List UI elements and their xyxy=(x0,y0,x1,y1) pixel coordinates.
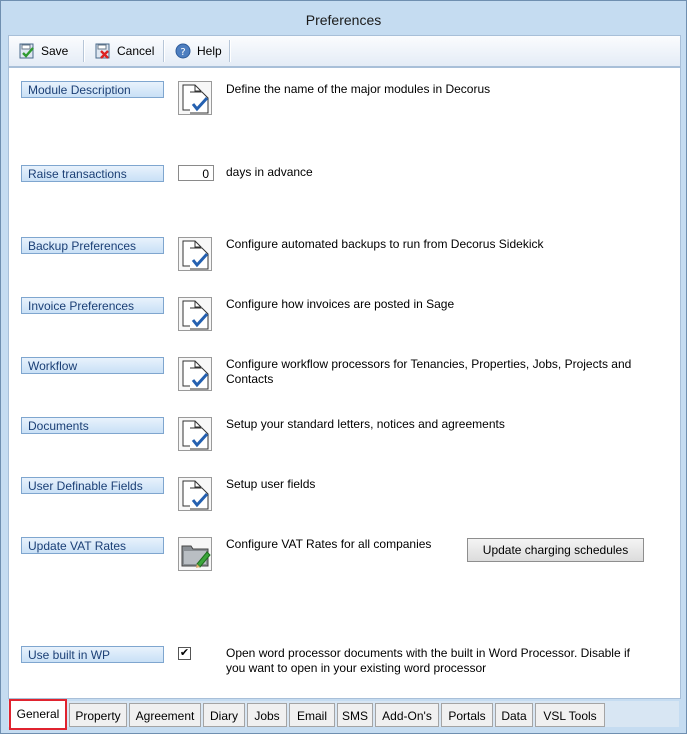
tab-portals[interactable]: Portals xyxy=(441,703,493,727)
tab-sms[interactable]: SMS xyxy=(337,703,373,727)
document-check-icon[interactable] xyxy=(178,477,212,511)
documents-text: Setup your standard letters, notices and… xyxy=(226,417,505,431)
preferences-window: Preferences Save Cancel ? Help Module De… xyxy=(0,0,687,734)
invoice-preferences-text: Configure how invoices are posted in Sag… xyxy=(226,297,455,311)
tab-diary[interactable]: Diary xyxy=(203,703,245,727)
cancel-label: Cancel xyxy=(117,44,155,58)
days-in-advance-text: days in advance xyxy=(226,165,313,179)
help-label: Help xyxy=(197,44,222,58)
save-label: Save xyxy=(41,44,69,58)
module-description-button[interactable]: Module Description xyxy=(21,81,164,98)
cancel-button[interactable]: Cancel xyxy=(95,36,154,66)
window-title: Preferences xyxy=(305,12,382,28)
tab-email[interactable]: Email xyxy=(289,703,335,727)
user-definable-fields-button[interactable]: User Definable Fields xyxy=(21,477,164,494)
help-button[interactable]: ? Help xyxy=(175,36,222,66)
tab-general[interactable]: General xyxy=(9,699,67,730)
document-check-icon[interactable] xyxy=(178,357,212,391)
save-icon xyxy=(19,43,35,59)
use-built-in-wp-text: Open word processor documents with the b… xyxy=(226,646,630,675)
raise-transactions-button[interactable]: Raise transactions xyxy=(21,165,164,182)
tab-property[interactable]: Property xyxy=(69,703,127,727)
backup-preferences-text: Configure automated backups to run from … xyxy=(226,237,544,251)
toolbar-separator xyxy=(163,40,165,62)
save-button[interactable]: Save xyxy=(19,36,68,66)
folder-edit-icon[interactable] xyxy=(178,537,212,571)
svg-text:?: ? xyxy=(180,47,185,58)
module-description-text: Define the name of the major modules in … xyxy=(226,82,491,96)
toolbar: Save Cancel ? Help xyxy=(8,35,681,67)
general-panel: Module Description Define the name of th… xyxy=(8,67,681,699)
use-built-in-wp-button[interactable]: Use built in WP xyxy=(21,646,164,663)
tab-add-ons[interactable]: Add-On's xyxy=(375,703,439,727)
documents-button[interactable]: Documents xyxy=(21,417,164,434)
help-icon: ? xyxy=(175,43,191,59)
days-in-advance-input[interactable]: 0 xyxy=(178,165,214,181)
workflow-button[interactable]: Workflow xyxy=(21,357,164,374)
workflow-text: Configure workflow processors for Tenanc… xyxy=(226,357,632,386)
toolbar-separator xyxy=(83,40,85,62)
backup-preferences-button[interactable]: Backup Preferences xyxy=(21,237,164,254)
document-check-icon[interactable] xyxy=(178,237,212,271)
toolbar-separator xyxy=(229,40,231,62)
tab-data[interactable]: Data xyxy=(495,703,533,727)
use-built-in-wp-checkbox[interactable]: ✔ xyxy=(178,647,191,660)
tab-vsl-tools[interactable]: VSL Tools xyxy=(535,703,605,727)
tab-jobs[interactable]: Jobs xyxy=(247,703,287,727)
document-check-icon[interactable] xyxy=(178,297,212,331)
document-check-icon[interactable] xyxy=(178,81,212,115)
user-definable-fields-text: Setup user fields xyxy=(226,477,316,491)
invoice-preferences-button[interactable]: Invoice Preferences xyxy=(21,297,164,314)
update-charging-schedules-button[interactable]: Update charging schedules xyxy=(467,538,644,562)
cancel-icon xyxy=(95,43,111,59)
update-vat-rates-button[interactable]: Update VAT Rates xyxy=(21,537,164,554)
tab-agreement[interactable]: Agreement xyxy=(129,703,201,727)
document-check-icon[interactable] xyxy=(178,417,212,451)
